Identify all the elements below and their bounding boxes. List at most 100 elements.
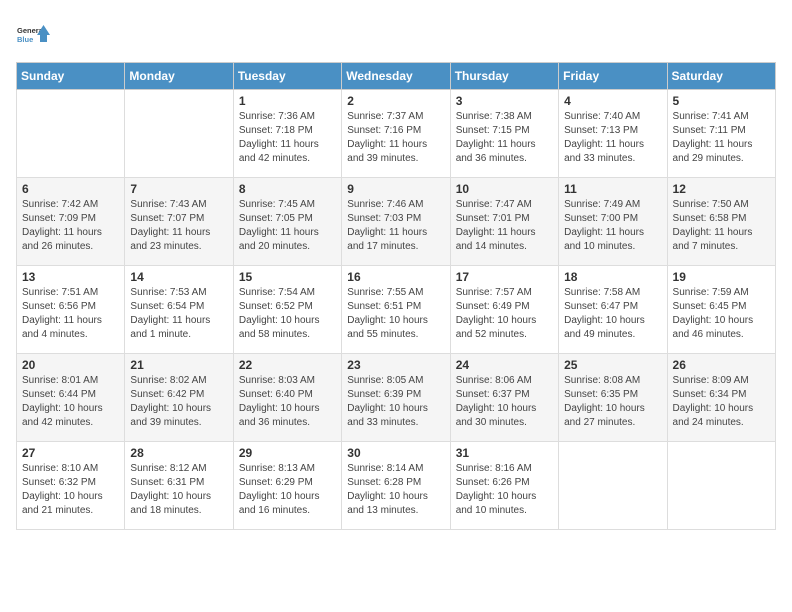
calendar-cell: 15 Sunrise: 7:54 AM Sunset: 6:52 PM Dayli… bbox=[233, 266, 341, 354]
day-number: 12 bbox=[673, 182, 770, 196]
calendar-week-1: 1 Sunrise: 7:36 AM Sunset: 7:18 PM Daylig… bbox=[17, 90, 776, 178]
day-number: 15 bbox=[239, 270, 336, 284]
cell-content: Sunrise: 8:14 AM Sunset: 6:28 PM Dayligh… bbox=[347, 462, 444, 518]
cell-content: Sunrise: 7:45 AM Sunset: 7:05 PM Dayligh… bbox=[239, 198, 336, 254]
logo-icon: GeneralBlue bbox=[16, 16, 52, 52]
calendar-cell: 16 Sunrise: 7:55 AM Sunset: 6:51 PM Dayli… bbox=[342, 266, 450, 354]
day-number: 16 bbox=[347, 270, 444, 284]
day-header-saturday: Saturday bbox=[667, 63, 775, 90]
cell-content: Sunrise: 8:10 AM Sunset: 6:32 PM Dayligh… bbox=[22, 462, 119, 518]
cell-content: Sunrise: 8:02 AM Sunset: 6:42 PM Dayligh… bbox=[130, 374, 227, 430]
calendar-cell: 13 Sunrise: 7:51 AM Sunset: 6:56 PM Dayli… bbox=[17, 266, 125, 354]
cell-content: Sunrise: 8:12 AM Sunset: 6:31 PM Dayligh… bbox=[130, 462, 227, 518]
calendar-cell: 31Sunrise: 8:16 AM Sunset: 6:26 PM Dayli… bbox=[450, 442, 558, 530]
calendar-cell: 17Sunrise: 7:57 AM Sunset: 6:49 PM Dayli… bbox=[450, 266, 558, 354]
calendar-cell: 22Sunrise: 8:03 AM Sunset: 6:40 PM Dayli… bbox=[233, 354, 341, 442]
cell-content: Sunrise: 7:53 AM Sunset: 6:54 PM Dayligh… bbox=[130, 286, 227, 342]
day-number: 29 bbox=[239, 446, 336, 460]
cell-content: Sunrise: 7:54 AM Sunset: 6:52 PM Dayligh… bbox=[239, 286, 336, 342]
calendar-cell: 21 Sunrise: 8:02 AM Sunset: 6:42 PM Dayli… bbox=[125, 354, 233, 442]
calendar-cell: 29 Sunrise: 8:13 AM Sunset: 6:29 PM Dayli… bbox=[233, 442, 341, 530]
cell-content: Sunrise: 8:06 AM Sunset: 6:37 PM Dayligh… bbox=[456, 374, 553, 430]
calendar-week-3: 13 Sunrise: 7:51 AM Sunset: 6:56 PM Dayli… bbox=[17, 266, 776, 354]
day-header-wednesday: Wednesday bbox=[342, 63, 450, 90]
calendar-cell: 4 Sunrise: 7:40 AM Sunset: 7:13 PM Daylig… bbox=[559, 90, 667, 178]
cell-content: Sunrise: 7:58 AM Sunset: 6:47 PM Dayligh… bbox=[564, 286, 661, 342]
calendar-cell bbox=[667, 442, 775, 530]
cell-content: Sunrise: 8:01 AM Sunset: 6:44 PM Dayligh… bbox=[22, 374, 119, 430]
calendar-cell: 5 Sunrise: 7:41 AM Sunset: 7:11 PM Daylig… bbox=[667, 90, 775, 178]
cell-content: Sunrise: 8:09 AM Sunset: 6:34 PM Dayligh… bbox=[673, 374, 770, 430]
day-header-sunday: Sunday bbox=[17, 63, 125, 90]
cell-content: Sunrise: 7:47 AM Sunset: 7:01 PM Dayligh… bbox=[456, 198, 553, 254]
day-number: 21 bbox=[130, 358, 227, 372]
calendar-cell: 19 Sunrise: 7:59 AM Sunset: 6:45 PM Dayli… bbox=[667, 266, 775, 354]
cell-content: Sunrise: 7:36 AM Sunset: 7:18 PM Dayligh… bbox=[239, 110, 336, 166]
cell-content: Sunrise: 7:55 AM Sunset: 6:51 PM Dayligh… bbox=[347, 286, 444, 342]
page-header: GeneralBlue bbox=[16, 16, 776, 52]
cell-content: Sunrise: 7:50 AM Sunset: 6:58 PM Dayligh… bbox=[673, 198, 770, 254]
logo: GeneralBlue bbox=[16, 16, 52, 52]
cell-content: Sunrise: 7:37 AM Sunset: 7:16 PM Dayligh… bbox=[347, 110, 444, 166]
calendar-cell bbox=[17, 90, 125, 178]
day-number: 13 bbox=[22, 270, 119, 284]
calendar-cell: 26 Sunrise: 8:09 AM Sunset: 6:34 PM Dayli… bbox=[667, 354, 775, 442]
calendar-cell: 30 Sunrise: 8:14 AM Sunset: 6:28 PM Dayli… bbox=[342, 442, 450, 530]
calendar-table: SundayMondayTuesdayWednesdayThursdayFrid… bbox=[16, 62, 776, 530]
day-number: 6 bbox=[22, 182, 119, 196]
cell-content: Sunrise: 7:40 AM Sunset: 7:13 PM Dayligh… bbox=[564, 110, 661, 166]
day-number: 1 bbox=[239, 94, 336, 108]
calendar-cell: 1 Sunrise: 7:36 AM Sunset: 7:18 PM Daylig… bbox=[233, 90, 341, 178]
day-number: 27 bbox=[22, 446, 119, 460]
cell-content: Sunrise: 7:42 AM Sunset: 7:09 PM Dayligh… bbox=[22, 198, 119, 254]
calendar-cell: 20 Sunrise: 8:01 AM Sunset: 6:44 PM Dayli… bbox=[17, 354, 125, 442]
day-number: 8 bbox=[239, 182, 336, 196]
calendar-cell bbox=[125, 90, 233, 178]
calendar-cell: 9 Sunrise: 7:46 AM Sunset: 7:03 PM Daylig… bbox=[342, 178, 450, 266]
calendar-cell: 7 Sunrise: 7:43 AM Sunset: 7:07 PM Daylig… bbox=[125, 178, 233, 266]
calendar-cell: 28 Sunrise: 8:12 AM Sunset: 6:31 PM Dayli… bbox=[125, 442, 233, 530]
calendar-cell: 24 Sunrise: 8:06 AM Sunset: 6:37 PM Dayli… bbox=[450, 354, 558, 442]
calendar-week-4: 20 Sunrise: 8:01 AM Sunset: 6:44 PM Dayli… bbox=[17, 354, 776, 442]
day-number: 28 bbox=[130, 446, 227, 460]
cell-content: Sunrise: 7:59 AM Sunset: 6:45 PM Dayligh… bbox=[673, 286, 770, 342]
day-number: 14 bbox=[130, 270, 227, 284]
calendar-cell: 23Sunrise: 8:05 AM Sunset: 6:39 PM Dayli… bbox=[342, 354, 450, 442]
day-number: 11 bbox=[564, 182, 661, 196]
day-number: 9 bbox=[347, 182, 444, 196]
calendar-cell: 12 Sunrise: 7:50 AM Sunset: 6:58 PM Dayli… bbox=[667, 178, 775, 266]
cell-content: Sunrise: 7:43 AM Sunset: 7:07 PM Dayligh… bbox=[130, 198, 227, 254]
cell-content: Sunrise: 8:13 AM Sunset: 6:29 PM Dayligh… bbox=[239, 462, 336, 518]
cell-content: Sunrise: 8:05 AM Sunset: 6:39 PM Dayligh… bbox=[347, 374, 444, 430]
cell-content: Sunrise: 8:16 AM Sunset: 6:26 PM Dayligh… bbox=[456, 462, 553, 518]
day-number: 30 bbox=[347, 446, 444, 460]
day-number: 3 bbox=[456, 94, 553, 108]
cell-content: Sunrise: 7:51 AM Sunset: 6:56 PM Dayligh… bbox=[22, 286, 119, 342]
calendar-cell: 14 Sunrise: 7:53 AM Sunset: 6:54 PM Dayli… bbox=[125, 266, 233, 354]
cell-content: Sunrise: 7:38 AM Sunset: 7:15 PM Dayligh… bbox=[456, 110, 553, 166]
calendar-cell: 6 Sunrise: 7:42 AM Sunset: 7:09 PM Daylig… bbox=[17, 178, 125, 266]
calendar-cell: 27 Sunrise: 8:10 AM Sunset: 6:32 PM Dayli… bbox=[17, 442, 125, 530]
day-number: 20 bbox=[22, 358, 119, 372]
calendar-cell bbox=[559, 442, 667, 530]
day-number: 25 bbox=[564, 358, 661, 372]
cell-content: Sunrise: 7:46 AM Sunset: 7:03 PM Dayligh… bbox=[347, 198, 444, 254]
cell-content: Sunrise: 7:41 AM Sunset: 7:11 PM Dayligh… bbox=[673, 110, 770, 166]
day-number: 7 bbox=[130, 182, 227, 196]
day-number: 4 bbox=[564, 94, 661, 108]
day-number: 19 bbox=[673, 270, 770, 284]
calendar-cell: 18 Sunrise: 7:58 AM Sunset: 6:47 PM Dayli… bbox=[559, 266, 667, 354]
calendar-cell: 10Sunrise: 7:47 AM Sunset: 7:01 PM Dayli… bbox=[450, 178, 558, 266]
cell-content: Sunrise: 7:57 AM Sunset: 6:49 PM Dayligh… bbox=[456, 286, 553, 342]
day-number: 5 bbox=[673, 94, 770, 108]
calendar-week-5: 27 Sunrise: 8:10 AM Sunset: 6:32 PM Dayli… bbox=[17, 442, 776, 530]
calendar-cell: 2Sunrise: 7:37 AM Sunset: 7:16 PM Daylig… bbox=[342, 90, 450, 178]
calendar-cell: 11Sunrise: 7:49 AM Sunset: 7:00 PM Dayli… bbox=[559, 178, 667, 266]
day-number: 26 bbox=[673, 358, 770, 372]
day-header-tuesday: Tuesday bbox=[233, 63, 341, 90]
cell-content: Sunrise: 8:08 AM Sunset: 6:35 PM Dayligh… bbox=[564, 374, 661, 430]
day-number: 18 bbox=[564, 270, 661, 284]
calendar-header: SundayMondayTuesdayWednesdayThursdayFrid… bbox=[17, 63, 776, 90]
day-number: 24 bbox=[456, 358, 553, 372]
day-header-friday: Friday bbox=[559, 63, 667, 90]
